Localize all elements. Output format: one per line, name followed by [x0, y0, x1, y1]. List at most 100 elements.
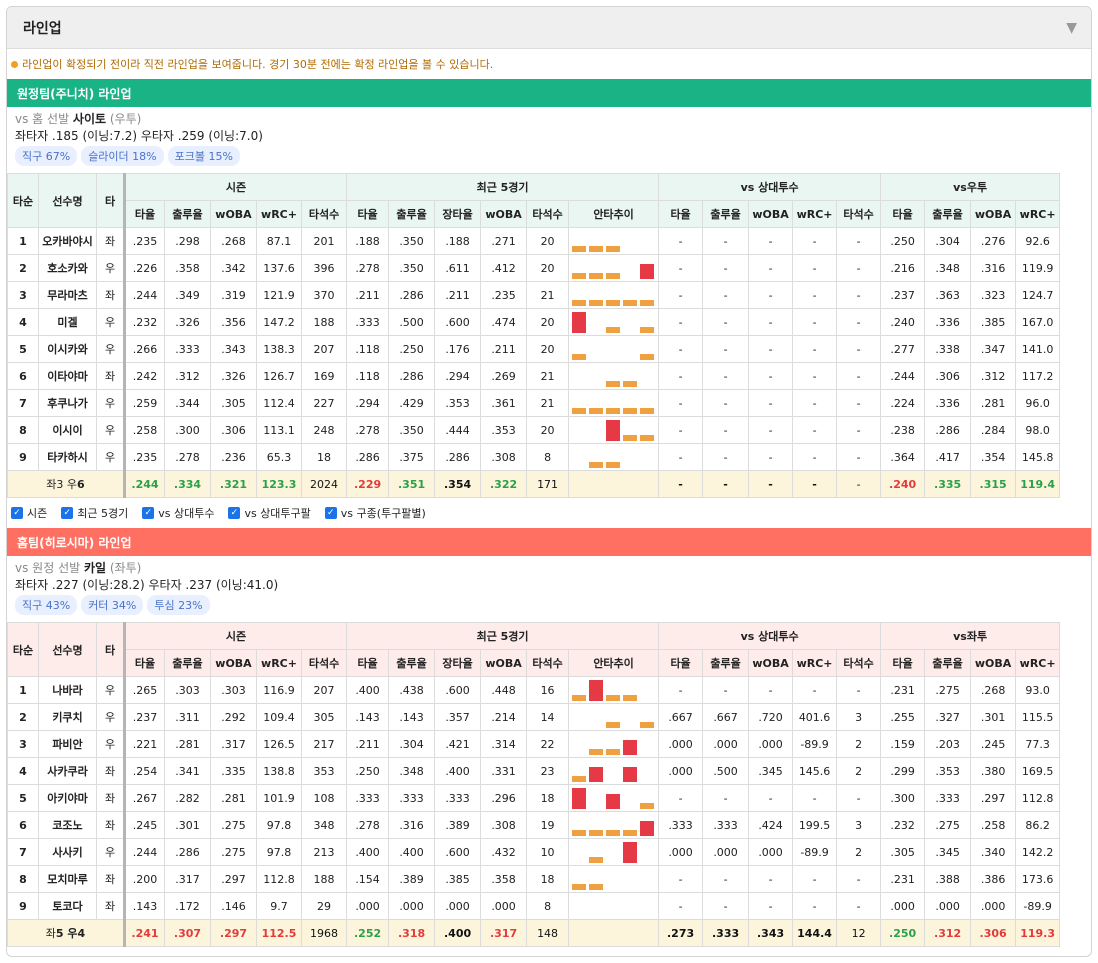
split-stat: .000	[924, 892, 972, 920]
vs-pitcher-stat: 401.6	[792, 703, 838, 731]
table-row[interactable]: 3 파비안 우 .221.281.317 126.5 217.211.304.421.31…	[7, 730, 1061, 758]
season-stat: 188	[300, 865, 348, 893]
recent-stat: .429	[388, 389, 436, 417]
hit-trend-cell	[568, 676, 660, 704]
header-col: 출루율	[388, 649, 436, 677]
player-name[interactable]: 호소카와	[38, 254, 97, 282]
hit-trend-cell	[568, 443, 660, 471]
player-name[interactable]: 나바라	[38, 676, 97, 704]
summary-split-stat: .250	[880, 919, 926, 947]
player-name[interactable]: 후쿠나가	[38, 389, 97, 417]
season-stat: .268	[210, 227, 257, 255]
player-name[interactable]: 이시이	[38, 416, 97, 444]
hit-trend-bar	[572, 788, 587, 809]
filter-checkbox[interactable]: ✓ vs 상대투구팔	[228, 505, 311, 521]
hit-trend-bar	[606, 300, 621, 306]
table-row[interactable]: 7 사사키 우 .244.286.275 97.8 213.400.400.600.432…	[7, 838, 1061, 866]
player-name[interactable]: 사사키	[38, 838, 97, 866]
player-name[interactable]: 미겔	[38, 308, 97, 336]
player-name[interactable]: 오카바야시	[38, 227, 97, 255]
table-row[interactable]: 5 아키야마 좌 .267.282.281 101.9 108.333.333.333.2…	[7, 784, 1061, 812]
lineup-table-wrap[interactable]: 타순 선수명 타 시즌 최근 5경기 vs 상대투수 vs좌투 타율 출루율 wOBA wRC+ 타석…	[7, 622, 1091, 947]
player-name[interactable]: 사카쿠라	[38, 757, 97, 785]
filter-checkbox[interactable]: ✓ 시즌	[11, 505, 47, 521]
table-row[interactable]: 1 나바라 우 .265.303.303 116.9 207.400.438.600.44…	[7, 676, 1061, 704]
vs-pitcher-stat: -	[658, 784, 704, 812]
hit-trend-cell	[568, 757, 660, 785]
pitcher-name[interactable]: 사이토	[73, 112, 106, 126]
lineup-table-wrap[interactable]: 타순 선수명 타 시즌 최근 5경기 vs 상대투수 vs우투 타율 출루율 wOBA wRC+ 타석…	[7, 173, 1091, 498]
checkbox-checked-icon[interactable]: ✓	[228, 507, 241, 519]
recent-stat: .421	[434, 730, 482, 758]
season-stat: .303	[164, 676, 211, 704]
summary-season-stat: .241	[124, 919, 165, 947]
vs-pitcher-stat: -	[658, 335, 704, 363]
table-row[interactable]: 4 사카쿠라 좌 .254.341.335 138.8 353.250.348.400.3…	[7, 757, 1061, 785]
player-name[interactable]: 토코다	[38, 892, 97, 920]
pitcher-line: vs 홈 선발 사이토 (우투)	[15, 112, 142, 126]
summary-season-stat: 112.5	[256, 919, 302, 947]
table-row[interactable]: 2 키쿠치 우 .237.311.292 109.4 305.143.143.357.21…	[7, 703, 1061, 731]
season-stat: .242	[124, 362, 165, 390]
filter-checkbox[interactable]: ✓ vs 구종(투구팔별)	[324, 505, 426, 521]
split-stat: .232	[880, 811, 926, 839]
player-name[interactable]: 코조노	[38, 811, 97, 839]
season-stat: 201	[300, 227, 348, 255]
vs-pitcher-stat: -	[702, 254, 750, 282]
recent-stat: .361	[480, 389, 528, 417]
player-name[interactable]: 아키야마	[38, 784, 97, 812]
table-row[interactable]: 3 무라마츠 좌 .244.349.319 121.9 370.211.286.211.2…	[7, 281, 1061, 309]
season-stat: 137.6	[256, 254, 302, 282]
split-stat: .340	[970, 838, 1017, 866]
recent-stat: .333	[388, 784, 436, 812]
season-stat: 138.3	[256, 335, 302, 363]
table-row[interactable]: 1 오카바야시 좌 .235.298.268 87.1 201.188.350.188.2…	[7, 227, 1061, 255]
table-row[interactable]: 9 토코다 좌 .143.172.146 9.7 29.000.000.000.000 8-…	[7, 892, 1061, 920]
checkbox-checked-icon[interactable]: ✓	[11, 507, 23, 519]
table-row[interactable]: 7 후쿠나가 우 .259.344.305 112.4 227.294.429.353.3…	[7, 389, 1061, 417]
player-name[interactable]: 무라마츠	[38, 281, 97, 309]
player-name[interactable]: 파비안	[38, 730, 97, 758]
table-row[interactable]: 5 이시카와 우 .266.333.343 138.3 207.118.250.176.2…	[7, 335, 1061, 363]
table-row[interactable]: 8 이시이 우 .258.300.306 113.1 248.278.350.444.35…	[7, 416, 1061, 444]
player-name[interactable]: 이타야마	[38, 362, 97, 390]
table-row[interactable]: 8 모치마루 좌 .200.317.297 112.8 188.154.389.385.3…	[7, 865, 1061, 893]
hit-trend-bar	[623, 695, 638, 701]
season-stat: 109.4	[256, 703, 302, 731]
header-col: wRC+	[1015, 649, 1061, 677]
pitcher-name[interactable]: 카일	[84, 561, 106, 575]
filter-checkbox[interactable]: ✓ 최근 5경기	[61, 505, 128, 521]
player-name[interactable]: 키쿠치	[38, 703, 97, 731]
split-stat: 145.8	[1015, 443, 1061, 471]
season-stat: 147.2	[256, 308, 302, 336]
checkbox-checked-icon[interactable]: ✓	[324, 507, 337, 519]
table-row[interactable]: 9 타카하시 우 .235.278.236 65.3 18.286.375.286.308…	[7, 443, 1061, 471]
caret-down-icon[interactable]: ▼	[1066, 20, 1077, 36]
summary-split-stat: 119.4	[1015, 470, 1061, 498]
bat-hand: 좌	[96, 865, 126, 893]
table-row[interactable]: 6 코조노 좌 .245.301.275 97.8 348.278.316.389.308…	[7, 811, 1061, 839]
vs-pitcher-stat: -	[658, 254, 704, 282]
season-stat: .232	[124, 308, 165, 336]
split-stat: .345	[924, 838, 972, 866]
summary-recent-stat: .322	[480, 470, 528, 498]
header-col: 출루율	[164, 200, 211, 228]
pitcher-split-line: 좌타자 .227 (이닝:28.2) 우타자 .237 (이닝:41.0)	[15, 578, 279, 592]
recent-stat: 20	[526, 335, 570, 363]
vs-pitcher-stat: -	[748, 892, 794, 920]
panel-header[interactable]: 라인업 ▼	[7, 7, 1091, 49]
batting-order: 2	[7, 703, 39, 731]
table-row[interactable]: 2 호소카와 우 .226.358.342 137.6 396.278.350.611.4…	[7, 254, 1061, 282]
recent-stat: .143	[346, 703, 390, 731]
recent-stat: .000	[346, 892, 390, 920]
checkbox-checked-icon[interactable]: ✓	[61, 507, 74, 519]
table-row[interactable]: 6 이타야마 좌 .242.312.326 126.7 169.118.286.294.2…	[7, 362, 1061, 390]
table-row[interactable]: 4 미겔 우 .232.326.356 147.2 188.333.500.600.474…	[7, 308, 1061, 336]
filter-checkbox[interactable]: ✓ vs 상대투수	[142, 505, 214, 521]
checkbox-checked-icon[interactable]: ✓	[142, 507, 155, 519]
player-name[interactable]: 이시카와	[38, 335, 97, 363]
player-name[interactable]: 타카하시	[38, 443, 97, 471]
recent-stat: 19	[526, 811, 570, 839]
hit-trend-bar	[623, 300, 638, 306]
player-name[interactable]: 모치마루	[38, 865, 97, 893]
